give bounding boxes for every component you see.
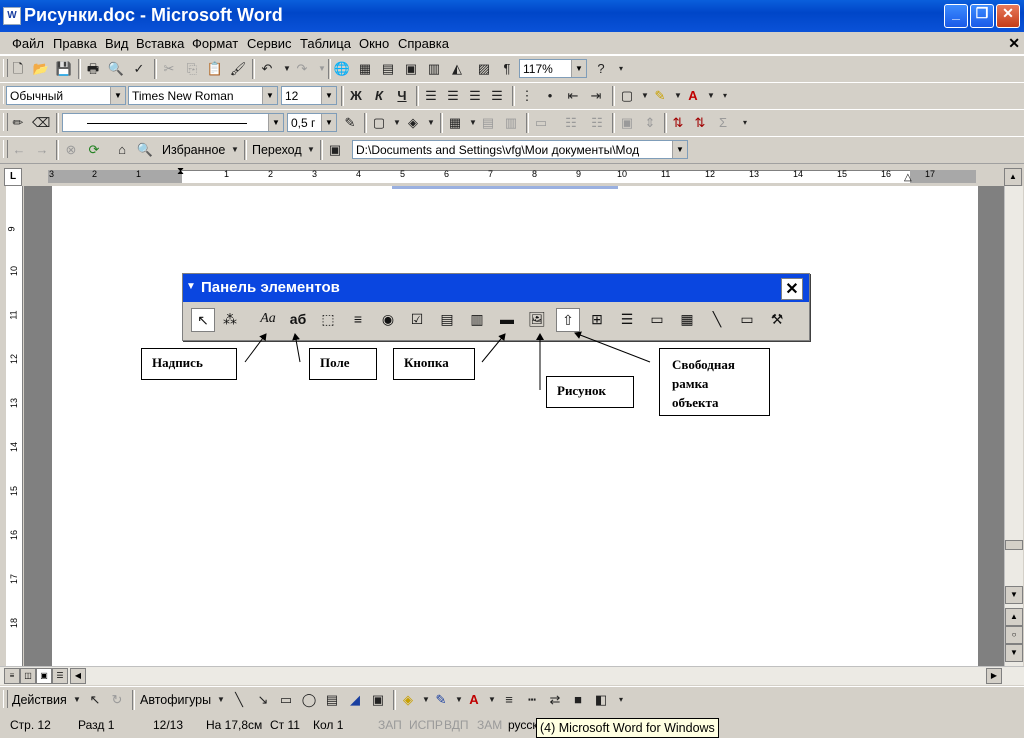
- taskbar-tooltip: (4) Microsoft Word for Windows: [536, 718, 719, 738]
- dash-style-icon[interactable]: ┅: [523, 691, 541, 709]
- next-page-button[interactable]: ▼: [1005, 644, 1023, 662]
- status-page: Стр. 12: [10, 718, 51, 732]
- vertical-scrollbar[interactable]: ▼ ▲ ○ ▼: [1004, 186, 1023, 666]
- arrow-field: [292, 333, 301, 363]
- status-extend[interactable]: ВДП: [444, 718, 469, 732]
- status-language: русск: [508, 718, 538, 732]
- drawing-toolbar: Действия ▼ ↖ ↻ Автофигуры ▼ ╲ ↘ ▭ ◯ ▤ ◢ …: [0, 686, 1024, 713]
- status-line: Ст 11: [270, 718, 300, 732]
- arrow-label: [244, 333, 267, 363]
- status-bar: Стр. 12 Разд 1 12/13 На 17,8см Ст 11 Кол…: [0, 714, 1024, 738]
- normal-view-button[interactable]: ≡: [4, 668, 20, 684]
- outline-view-button[interactable]: ☰: [52, 668, 68, 684]
- text-box-icon[interactable]: ▤: [323, 691, 341, 709]
- scroll-down-button[interactable]: ▼: [1005, 586, 1023, 604]
- chevron-down-icon[interactable]: ▼: [68, 691, 86, 709]
- callout-arrows: [244, 331, 651, 390]
- select-browse-object-button[interactable]: ○: [1005, 626, 1023, 644]
- line-style-icon[interactable]: ≡: [500, 691, 518, 709]
- oval-icon[interactable]: ◯: [300, 691, 318, 709]
- scroll-left-button[interactable]: ◀: [70, 668, 86, 684]
- status-position: На 17,8см: [206, 718, 263, 732]
- horizontal-scrollbar[interactable]: ≡ ◫ ▣ ☰ ◀ ▶: [0, 666, 1024, 685]
- shadow-icon[interactable]: ■: [569, 691, 587, 709]
- insert-clipart-icon[interactable]: ▣: [369, 691, 387, 709]
- wordart-icon[interactable]: ◢: [346, 691, 364, 709]
- rectangle-icon[interactable]: ▭: [277, 691, 295, 709]
- arrow-style-icon[interactable]: ⇄: [546, 691, 564, 709]
- status-section: Разд 1: [78, 718, 115, 732]
- toolbar-grip[interactable]: [3, 690, 8, 708]
- free-rotate-icon[interactable]: ↻: [108, 691, 126, 709]
- chevron-down-icon[interactable]: ▼: [483, 691, 501, 709]
- status-track[interactable]: ИСПР: [409, 718, 443, 732]
- arrow-button: [481, 333, 506, 363]
- actions-menu[interactable]: Действия: [12, 693, 67, 707]
- status-column: Кол 1: [313, 718, 344, 732]
- status-pages: 12/13: [153, 718, 184, 732]
- line-icon[interactable]: ╲: [230, 691, 248, 709]
- separator: [132, 690, 135, 710]
- scroll-thumb[interactable]: [1005, 540, 1023, 550]
- line-color-icon[interactable]: ✎: [432, 691, 450, 709]
- fill-color-icon[interactable]: ◈: [399, 691, 417, 709]
- status-record[interactable]: ЗАП: [378, 718, 402, 732]
- web-view-button[interactable]: ◫: [20, 668, 36, 684]
- autoshapes-menu[interactable]: Автофигуры: [140, 693, 211, 707]
- status-overtype[interactable]: ЗАМ: [477, 718, 502, 732]
- font-color-icon[interactable]: A: [465, 691, 483, 709]
- print-layout-button[interactable]: ▣: [36, 668, 52, 684]
- arrow-free-frame: [574, 331, 651, 363]
- separator: [393, 690, 396, 710]
- toolbar-options-icon[interactable]: ▾: [612, 691, 630, 709]
- select-objects-icon[interactable]: ↖: [86, 691, 104, 709]
- scroll-right-button[interactable]: ▶: [986, 668, 1002, 684]
- chevron-down-icon[interactable]: ▼: [212, 691, 230, 709]
- arrow-icon[interactable]: ↘: [254, 691, 272, 709]
- 3d-icon[interactable]: ◧: [592, 691, 610, 709]
- previous-page-button[interactable]: ▲: [1005, 608, 1023, 626]
